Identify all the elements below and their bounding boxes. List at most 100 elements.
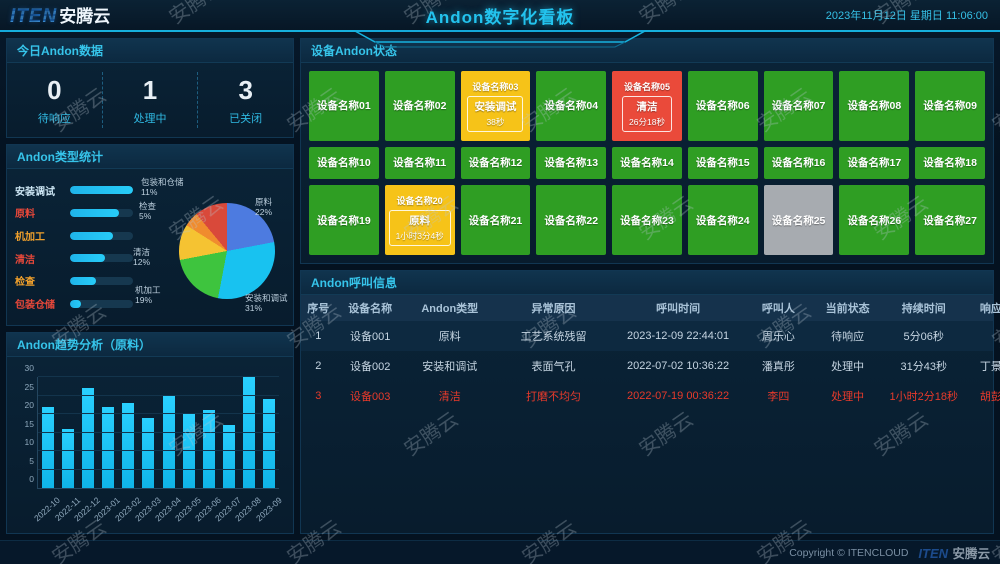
call-table-cell: 设备001 <box>336 328 405 344</box>
stat-label: 已关闭 <box>198 110 293 126</box>
device-card[interactable]: 设备名称07 <box>764 71 834 141</box>
call-table-header-cell: Andon类型 <box>405 300 495 316</box>
trend-gridline <box>38 450 279 451</box>
device-card-name: 设备名称16 <box>772 155 826 170</box>
stat-label: 处理中 <box>103 110 198 126</box>
device-card[interactable]: 设备名称27 <box>915 185 985 255</box>
device-card[interactable]: 设备名称06 <box>688 71 758 141</box>
device-card[interactable]: 设备名称17 <box>839 147 909 180</box>
call-table-row: 2设备002安装和调试表面气孔2022-07-02 10:36:22潘真彤处理中… <box>301 351 993 381</box>
stat-item: 3 已关闭 <box>198 75 293 126</box>
device-card[interactable]: 设备名称08 <box>839 71 909 141</box>
call-info-table: 序号设备名称Andon类型异常原因呼叫时间呼叫人当前状态持续时间响应人 1设备0… <box>301 295 993 411</box>
pie-slice-label: 原料22% <box>255 197 272 217</box>
device-card-name: 设备名称23 <box>620 213 674 228</box>
device-card[interactable]: 设备名称11 <box>385 147 455 180</box>
device-card[interactable]: 设备名称15 <box>688 147 758 180</box>
device-card[interactable]: 设备名称01 <box>309 71 379 141</box>
type-bar-list: 安装调试原料机加工清洁检查包装仓储 <box>15 175 133 319</box>
type-bar-row: 包装仓储 <box>15 296 133 311</box>
device-card[interactable]: 设备名称05 清洁26分18秒 <box>612 71 682 141</box>
call-table-cell: 1 <box>301 330 336 342</box>
type-bar-row: 清洁 <box>15 251 133 266</box>
today-panel-title: 今日Andon数据 <box>7 39 293 63</box>
device-card-duration: 38秒 <box>474 116 516 128</box>
type-bar-track <box>70 209 133 217</box>
device-card[interactable]: 设备名称14 <box>612 147 682 180</box>
device-card[interactable]: 设备名称10 <box>309 147 379 180</box>
trend-y-tick-label: 15 <box>12 419 34 429</box>
andon-call-info-panel: Andon呼叫信息 序号设备名称Andon类型异常原因呼叫时间呼叫人当前状态持续… <box>300 270 994 534</box>
type-panel-title: Andon类型统计 <box>7 145 293 169</box>
andon-trend-panel: Andon趋势分析（原料） 051015202530 2022-102022-1… <box>6 332 294 534</box>
device-card[interactable]: 设备名称09 <box>915 71 985 141</box>
trend-x-label: 2023-05 <box>182 491 194 529</box>
device-card-name: 设备名称26 <box>847 213 901 228</box>
pie-slice-label: 清洁12% <box>133 247 150 267</box>
trend-y-tick-label: 10 <box>12 437 34 447</box>
device-card[interactable]: 设备名称16 <box>764 147 834 180</box>
device-card[interactable]: 设备名称24 <box>688 185 758 255</box>
device-card[interactable]: 设备名称22 <box>536 185 606 255</box>
call-table-cell: 打磨不均匀 <box>495 388 613 404</box>
trend-x-label: 2023-02 <box>122 491 134 529</box>
device-card[interactable]: 设备名称12 <box>461 147 531 180</box>
device-card-duration: 26分18秒 <box>629 116 665 128</box>
trend-x-label: 2023-06 <box>202 491 214 529</box>
main-content: 今日Andon数据 0待响应1处理中3已关闭 Andon类型统计 安装调试原料机… <box>0 32 1000 540</box>
call-table-cell: 原料 <box>405 328 495 344</box>
call-table-row: 3设备003清洁打磨不均匀2022-07-19 00:36:22李四处理中1小时… <box>301 381 993 411</box>
trend-gridline <box>38 432 279 433</box>
trend-plot-area: 051015202530 <box>37 377 279 489</box>
device-card-name: 设备名称14 <box>620 155 674 170</box>
copyright-text: Copyright © ITENCLOUD <box>789 547 908 559</box>
device-card-name: 设备名称18 <box>923 155 977 170</box>
trend-x-label: 2022-12 <box>81 491 93 529</box>
type-bar-row: 机加工 <box>15 228 133 243</box>
andon-type-stats-panel: Andon类型统计 安装调试原料机加工清洁检查包装仓储 原料22%安装和调试31… <box>6 144 294 326</box>
trend-gridline <box>38 376 279 377</box>
device-card-name: 设备名称04 <box>544 98 598 113</box>
device-card[interactable]: 设备名称03安装调试38秒 <box>461 71 531 141</box>
device-card[interactable]: 设备名称19 <box>309 185 379 255</box>
trend-bar <box>82 388 94 488</box>
device-card[interactable]: 设备名称23 <box>612 185 682 255</box>
type-bar-label: 机加工 <box>15 228 65 243</box>
device-card[interactable]: 设备名称04 <box>536 71 606 141</box>
trend-x-label: 2023-09 <box>263 491 275 529</box>
device-card-andon-type: 原料 <box>396 213 444 228</box>
type-bar-fill <box>70 300 81 308</box>
trend-bar <box>223 425 235 488</box>
call-table-cell: 处理中 <box>813 388 882 404</box>
device-card-status-box: 清洁26分18秒 <box>622 96 672 132</box>
device-card-name: 设备名称25 <box>772 213 826 228</box>
device-card[interactable]: 设备名称02 <box>385 71 455 141</box>
today-andon-panel: 今日Andon数据 0待响应1处理中3已关闭 <box>6 38 294 138</box>
call-table-cell: 2023-12-09 22:44:01 <box>612 330 743 342</box>
type-bar-track <box>70 186 133 194</box>
type-bar-fill <box>70 209 119 217</box>
device-card[interactable]: 设备名称26 <box>839 185 909 255</box>
device-card[interactable]: 设备名称13 <box>536 147 606 180</box>
type-bar-label: 清洁 <box>15 251 65 266</box>
trend-x-label: 2023-07 <box>222 491 234 529</box>
device-card[interactable]: 设备名称18 <box>915 147 985 180</box>
pie-graphic <box>179 203 275 299</box>
call-table-cell: 胡彭霄 <box>965 388 1000 404</box>
trend-x-label: 2022-11 <box>61 491 73 529</box>
stat-item: 0待响应 <box>7 75 102 126</box>
device-card-name: 设备名称19 <box>317 213 371 228</box>
trend-gridline <box>38 413 279 414</box>
device-card[interactable]: 设备名称20原料1小时3分4秒 <box>385 185 455 255</box>
trend-x-axis-labels: 2022-102022-112022-122023-012023-022023-… <box>37 491 279 529</box>
device-card-name: 设备名称05 <box>624 80 670 93</box>
device-card[interactable]: 设备名称21 <box>461 185 531 255</box>
stat-label: 待响应 <box>7 110 102 126</box>
call-table-header-row: 序号设备名称Andon类型异常原因呼叫时间呼叫人当前状态持续时间响应人 <box>301 295 993 321</box>
device-card[interactable]: 设备名称25 <box>764 185 834 255</box>
stat-value: 3 <box>198 75 293 106</box>
call-table-cell: 清洁 <box>405 388 495 404</box>
device-card-name: 设备名称21 <box>469 213 523 228</box>
call-table-cell: 表面气孔 <box>495 358 613 374</box>
type-bar-row: 原料 <box>15 205 133 220</box>
